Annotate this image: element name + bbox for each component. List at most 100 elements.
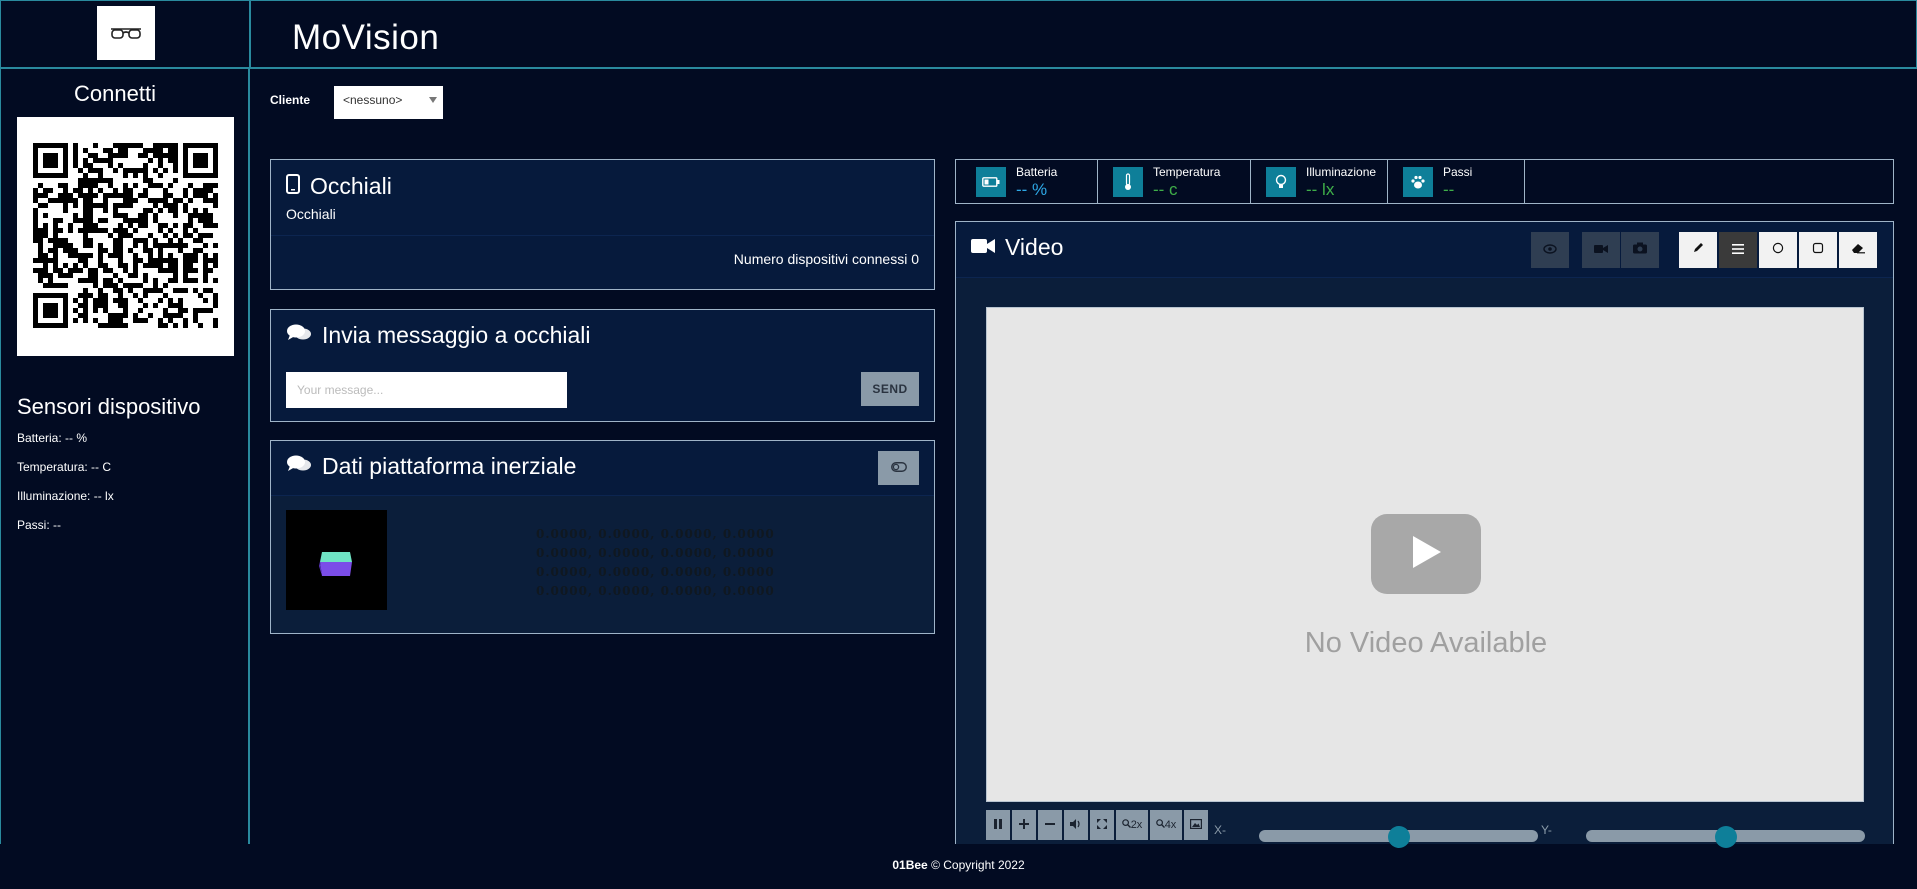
strip-illumination: Illuminazione -- lx	[1251, 160, 1388, 203]
sensor-steps: Passi: --	[17, 518, 62, 532]
record-button[interactable]	[1582, 232, 1620, 268]
eye-icon	[1543, 241, 1557, 259]
imu-panel: Dati piattaforma inerziale 0.0000, 0.000…	[270, 440, 935, 634]
cube-icon	[319, 552, 352, 576]
video-camera-icon	[971, 234, 995, 261]
glasses-logo-icon	[97, 6, 155, 60]
toggle-icon	[890, 459, 907, 477]
comments-icon	[286, 453, 312, 480]
play-button[interactable]	[1371, 514, 1481, 594]
footer-brand: 01Bee	[892, 858, 928, 872]
client-label: Cliente	[270, 93, 311, 107]
strip-battery-value: -- %	[1016, 180, 1048, 199]
message-panel: Invia messaggio a occhiali SEND	[270, 309, 935, 422]
view-button[interactable]	[1531, 232, 1569, 268]
camera-icon	[1633, 241, 1647, 259]
matrix-row: 0.0000, 0.0000, 0.0000, 0.0000	[536, 584, 775, 598]
matrix-row: 0.0000, 0.0000, 0.0000, 0.0000	[536, 565, 775, 579]
strip-illumination-label: Illuminazione	[1306, 165, 1377, 179]
square-button[interactable]	[1799, 232, 1837, 268]
message-panel-title: Invia messaggio a occhiali	[322, 322, 591, 348]
pause-icon	[993, 818, 1003, 833]
comments-icon	[286, 322, 312, 349]
zoom-4x-button[interactable]: 4x	[1150, 810, 1182, 840]
zoom-2x-button[interactable]: 2x	[1116, 810, 1148, 840]
magnifier-icon	[1121, 819, 1131, 831]
strip-battery: Batteria -- %	[956, 160, 1098, 203]
strip-temperature-value: -- c	[1153, 180, 1178, 199]
square-icon	[1812, 241, 1824, 259]
connect-title: Connetti	[74, 81, 156, 106]
imu-matrix: 0.0000, 0.0000, 0.0000, 0.0000 0.0000, 0…	[536, 525, 775, 601]
zoom-out-button[interactable]	[1038, 810, 1062, 840]
image-icon	[1190, 818, 1203, 832]
strip-illumination-value: -- lx	[1306, 180, 1335, 199]
glasses-panel: Occhiali Occhiali Numero dispositivi con…	[270, 159, 935, 290]
thermometer-icon	[1113, 167, 1143, 197]
imu-panel-title: Dati piattaforma inerziale	[322, 453, 577, 479]
matrix-row: 0.0000, 0.0000, 0.0000, 0.0000	[536, 546, 775, 560]
strip-steps-value: --	[1443, 180, 1455, 199]
send-button[interactable]: SEND	[861, 372, 919, 406]
qr-code	[17, 117, 234, 356]
plus-icon	[1019, 818, 1029, 832]
battery-icon	[976, 167, 1006, 197]
strip-temperature-label: Temperatura	[1153, 165, 1221, 179]
paw-icon	[1403, 167, 1433, 197]
circle-button[interactable]	[1759, 232, 1797, 268]
sensor-illumination: Illuminazione: -- lx	[17, 489, 114, 503]
x-offset-thumb[interactable]	[1387, 826, 1410, 848]
message-input[interactable]	[286, 372, 567, 408]
image-button[interactable]	[1184, 810, 1208, 840]
connected-devices-count: Numero dispositivi connessi 0	[733, 251, 919, 267]
play-icon	[1409, 534, 1443, 575]
eraser-button[interactable]	[1839, 232, 1877, 268]
video-panel-header: Video	[956, 222, 1893, 278]
zoom-4x-label: 4x	[1164, 819, 1177, 831]
no-video-message: No Video Available	[1304, 627, 1548, 659]
footer: 01Bee © Copyright 2022	[0, 858, 1917, 872]
volume-button[interactable]	[1064, 810, 1088, 840]
y-offset-label: Y-Offset	[1541, 823, 1552, 837]
caret-down-icon	[429, 97, 437, 103]
glasses-panel-header: Occhiali Occhiali	[271, 160, 934, 236]
zoom-in-button[interactable]	[1012, 810, 1036, 840]
qr-code-icon	[33, 143, 218, 328]
snapshot-button[interactable]	[1621, 232, 1659, 268]
client-select-value: <nessuno>	[343, 93, 403, 107]
strip-steps-label: Passi	[1443, 165, 1473, 179]
tablet-icon	[286, 173, 300, 200]
magnifier-icon	[1155, 819, 1165, 831]
toggle-button[interactable]	[878, 451, 919, 485]
bars-icon	[1732, 241, 1744, 259]
draw-button[interactable]	[1679, 232, 1717, 268]
top-header: MoVision	[0, 0, 1917, 69]
app-title: MoVision	[292, 18, 440, 57]
glasses-subtitle: Occhiali	[286, 206, 336, 222]
video-panel-title: Video	[1005, 234, 1064, 260]
expand-icon	[1097, 818, 1107, 832]
lines-button[interactable]	[1719, 232, 1757, 268]
x-offset-label: X-Offset	[1214, 823, 1226, 837]
sensor-strip: Batteria -- % Temperatura -- c Illuminaz…	[955, 159, 1894, 204]
circle-icon	[1772, 241, 1784, 259]
sensor-battery: Batteria: -- %	[17, 431, 88, 445]
footer-copyright: © Copyright 2022	[931, 858, 1025, 872]
glasses-panel-title: Occhiali	[310, 173, 392, 199]
video-screen[interactable]: No Video Available	[986, 307, 1864, 802]
matrix-row: 0.0000, 0.0000, 0.0000, 0.0000	[536, 527, 775, 541]
strip-steps: Passi --	[1388, 160, 1525, 203]
pencil-icon	[1692, 241, 1704, 259]
video-panel: Video No Video Available 2x 4x X- Y-	[955, 221, 1894, 848]
fullscreen-button[interactable]	[1090, 810, 1114, 840]
lightbulb-icon	[1266, 167, 1296, 197]
imu-3d-view	[286, 510, 387, 610]
y-offset-thumb[interactable]	[1714, 826, 1737, 848]
strip-battery-label: Batteria	[1016, 165, 1058, 179]
minus-icon	[1045, 818, 1055, 832]
volume-icon	[1070, 818, 1082, 832]
client-select[interactable]: <nessuno>	[334, 86, 443, 119]
pause-button[interactable]	[986, 810, 1010, 840]
sensor-temperature: Temperatura: -- C	[17, 460, 112, 474]
eraser-icon	[1851, 241, 1865, 259]
